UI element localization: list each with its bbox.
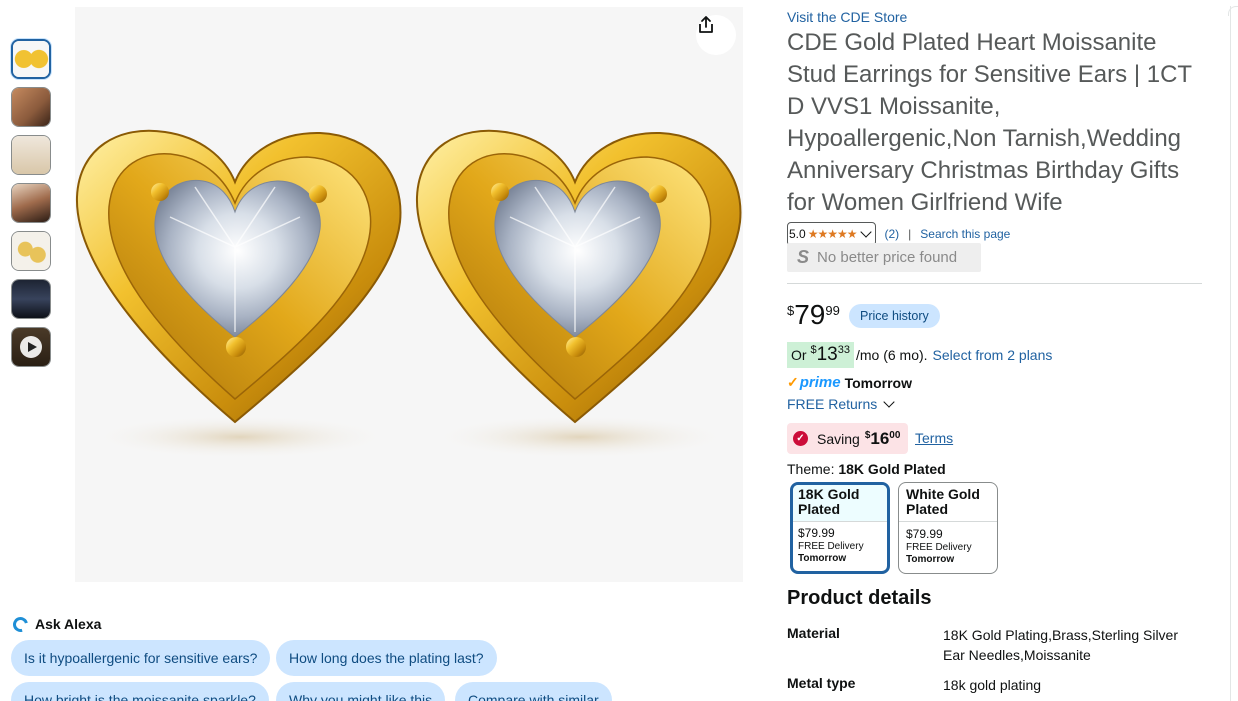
- saving-label: Saving: [817, 430, 860, 447]
- terms-link[interactable]: Terms: [915, 430, 953, 446]
- monthly-suffix: /mo (6 mo).: [855, 347, 928, 363]
- saving-badge: ✓ Saving $ 16 00: [787, 423, 909, 454]
- thumbnail-5[interactable]: [11, 231, 51, 271]
- star-rating-icon: ★★★★★: [807, 226, 858, 241]
- theme-label: Theme: 18K Gold Plated: [787, 461, 946, 477]
- rating-value: 5.0: [789, 226, 806, 241]
- share-icon: [699, 16, 713, 33]
- saving-whole: 16: [870, 429, 890, 448]
- buybox-border: [1230, 6, 1231, 701]
- free-returns-dropdown[interactable]: FREE Returns: [787, 396, 896, 412]
- detail-value: 18k gold plating: [943, 677, 1042, 693]
- detail-key: Metal type: [787, 675, 856, 691]
- theme-option-price: $79.99: [798, 526, 835, 540]
- check-circle-icon: ✓: [793, 431, 808, 446]
- detail-key: Material: [787, 625, 840, 641]
- ask-alexa-title: Ask Alexa: [35, 616, 102, 632]
- search-this-page-link[interactable]: Search this page: [920, 227, 1010, 241]
- share-button[interactable]: [696, 15, 736, 55]
- ask-alexa-heading: Ask Alexa: [10, 613, 102, 635]
- theme-option-name: White Gold Plated: [899, 483, 997, 522]
- theme-option-price: $79.99: [906, 527, 943, 541]
- saving-amount: $ 16 00: [865, 429, 901, 448]
- product-title: CDE Gold Plated Heart Moissanite Stud Ea…: [787, 29, 1192, 216]
- alexa-question-chip[interactable]: Compare with similar: [455, 682, 612, 701]
- store-link[interactable]: Visit the CDE Store: [787, 9, 907, 25]
- theme-option-white-gold[interactable]: White Gold Plated $79.99 FREE Delivery T…: [898, 482, 998, 574]
- thumbnail-4[interactable]: [11, 183, 51, 223]
- prime-delivery: ✓ prime Tomorrow: [787, 374, 912, 391]
- thumbnail-6[interactable]: [11, 279, 51, 319]
- theme-option-day: Tomorrow: [906, 554, 955, 565]
- price-whole: 79: [794, 299, 826, 330]
- monthly-price: Or $ 13 33: [787, 342, 854, 368]
- theme-option-details: $79.99 FREE Delivery Tomorrow: [899, 522, 997, 566]
- divider: [787, 283, 1202, 284]
- play-icon: [20, 336, 42, 358]
- theme-option-delivery: FREE Delivery: [906, 542, 972, 553]
- no-better-price-badge: S No better price found: [787, 243, 981, 272]
- monthly-payment: Or $ 13 33 /mo (6 mo). Select from 2 pla…: [787, 342, 1052, 368]
- theme-option-18k-gold[interactable]: 18K Gold Plated $79.99 FREE Delivery Tom…: [790, 482, 890, 574]
- thumbnail-strip: [11, 39, 51, 375]
- detail-value: 18K Gold Plating,Brass,Sterling Silver E…: [943, 627, 1178, 663]
- left-earring: [75, 129, 402, 459]
- theme-selected-value: 18K Gold Plated: [838, 461, 946, 477]
- select-plans-link[interactable]: Select from 2 plans: [933, 347, 1053, 363]
- price-history-button[interactable]: Price history: [849, 304, 940, 328]
- product-detail-row: Material 18K Gold Plating,Brass,Sterling…: [787, 625, 1193, 665]
- prime-logo: prime: [799, 374, 841, 391]
- saving-fraction: 00: [889, 430, 901, 441]
- alexa-question-chip[interactable]: Why you might like this: [276, 682, 446, 701]
- theme-label-prefix: Theme:: [787, 461, 835, 477]
- alexa-question-chip[interactable]: How bright is the moissanite sparkle?: [11, 682, 269, 701]
- thumbnail-2[interactable]: [11, 87, 51, 127]
- separator: |: [908, 227, 912, 241]
- theme-option-details: $79.99 FREE Delivery Tomorrow: [793, 522, 887, 565]
- delivery-day: Tomorrow: [844, 374, 912, 391]
- review-count-link[interactable]: (2): [884, 227, 899, 241]
- theme-option-delivery: FREE Delivery: [798, 541, 864, 552]
- monthly-fraction: 33: [837, 344, 850, 356]
- price-tracker-icon: S: [797, 247, 810, 267]
- monthly-prefix: Or: [791, 347, 807, 363]
- alexa-question-chip[interactable]: Is it hypoallergenic for sensitive ears?: [11, 640, 271, 676]
- chevron-down-icon: [860, 225, 873, 238]
- product-detail-row: Metal type 18k gold plating: [787, 675, 1193, 695]
- earrings-illustration: [75, 129, 742, 459]
- price: $ 79 99: [787, 300, 840, 330]
- theme-option-day: Tomorrow: [798, 553, 847, 564]
- thumbnail-video[interactable]: [11, 327, 51, 367]
- monthly-whole: 13: [816, 344, 838, 365]
- no-better-price-text: No better price found: [817, 249, 958, 266]
- price-currency: $: [787, 303, 795, 318]
- product-details-title: Product details: [787, 587, 932, 609]
- price-fraction: 99: [825, 303, 840, 318]
- prime-check-icon: ✓: [787, 374, 799, 390]
- alexa-question-chip[interactable]: How long does the plating last?: [276, 640, 497, 676]
- alexa-icon: [10, 613, 31, 635]
- right-earring: [415, 129, 742, 459]
- thumbnail-3[interactable]: [11, 135, 51, 175]
- free-returns-label: FREE Returns: [787, 396, 878, 412]
- chevron-down-icon: [883, 396, 895, 408]
- theme-option-name: 18K Gold Plated: [793, 485, 887, 522]
- thumbnail-1[interactable]: [11, 39, 51, 79]
- main-product-image[interactable]: [75, 7, 743, 582]
